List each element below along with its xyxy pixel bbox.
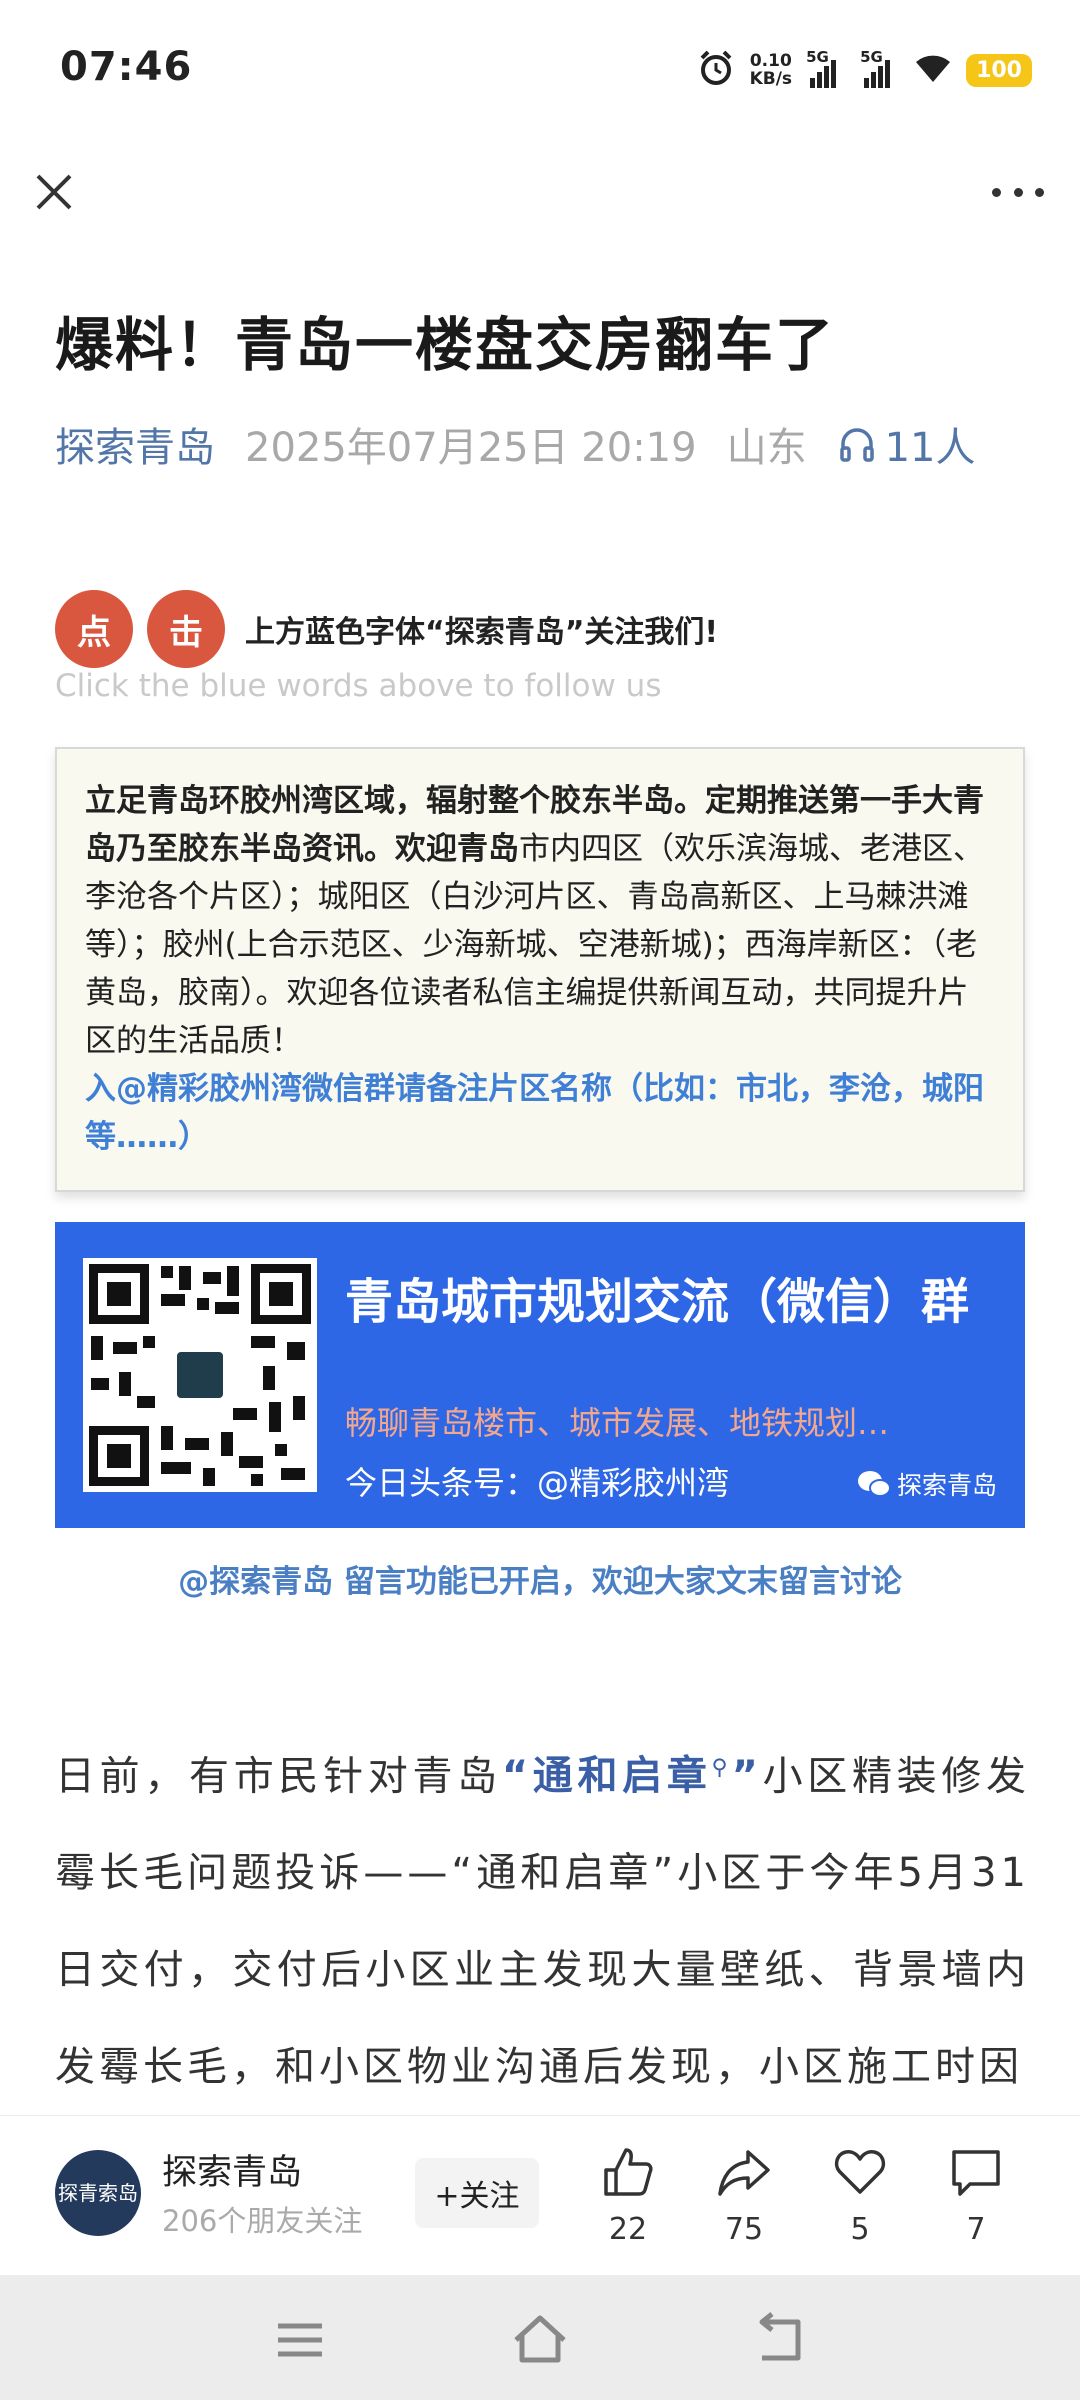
keyword-link[interactable]: “通和启章⚲” bbox=[502, 1753, 762, 1799]
banner-subtitle: 畅聊青岛楼市、城市发展、地铁规划… bbox=[345, 1404, 890, 1442]
intro-group-link[interactable]: 入@精彩胶州湾微信群请备注片区名称（比如：市北，李沧，城阳等……） bbox=[85, 1071, 984, 1155]
follow-button[interactable]: +关注 bbox=[415, 2158, 539, 2228]
follow-prompt-en: Click the blue words above to follow us bbox=[55, 668, 662, 704]
comment-count: 7 bbox=[966, 2212, 986, 2247]
comment-button[interactable]: 7 bbox=[936, 2144, 1016, 2247]
bottom-action-bar: 探青索岛 探索青岛 206个朋友关注 +关注 22 75 5 7 bbox=[0, 2115, 1080, 2275]
signal-icon: 5G bbox=[806, 48, 846, 88]
like-count: 22 bbox=[608, 2212, 648, 2247]
wechat-icon bbox=[857, 1471, 891, 1497]
listener-count: 11人 bbox=[884, 425, 976, 471]
top-nav bbox=[0, 150, 1080, 230]
status-bar: 07:46 0.10 KB/s 5G 5G 100 bbox=[0, 0, 1080, 130]
article-title: 爆料！青岛一楼盘交房翻车了 bbox=[55, 311, 836, 379]
headphones-icon bbox=[839, 428, 874, 462]
back-icon[interactable] bbox=[750, 2310, 810, 2370]
favorite-button[interactable]: 5 bbox=[820, 2144, 900, 2247]
banner-brand: 探索青岛 bbox=[857, 1466, 997, 1502]
author-link[interactable]: 探索青岛 bbox=[55, 415, 215, 473]
net-speed: 0.10 KB/s bbox=[750, 52, 792, 88]
status-time: 07:46 bbox=[60, 44, 193, 90]
net-speed-value: 0.10 bbox=[749, 51, 792, 71]
share-icon bbox=[718, 2150, 770, 2196]
article-body: 日前，有市民针对青岛“通和启章⚲”小区精装修发霉长毛问题投诉——“通和启章”小区… bbox=[55, 1720, 1030, 2116]
signal-label-2: 5G bbox=[860, 48, 883, 66]
listen-button[interactable]: 11人 bbox=[837, 415, 976, 473]
like-button[interactable]: 22 bbox=[588, 2144, 668, 2247]
wifi-icon bbox=[914, 52, 952, 88]
account-followers: 206个朋友关注 bbox=[162, 2204, 363, 2238]
banner-brand-text: 探索青岛 bbox=[896, 1471, 997, 1500]
signal-icon-2: 5G bbox=[860, 48, 900, 88]
body-text-1: 日前，有市民针对青岛 bbox=[55, 1753, 502, 1800]
click-circle-2: 击 bbox=[147, 590, 225, 668]
close-icon[interactable] bbox=[30, 168, 78, 216]
net-speed-unit: KB/s bbox=[749, 69, 793, 89]
comment-notice: @探索青岛 留言功能已开启，欢迎大家文末留言讨论 bbox=[178, 1564, 902, 1600]
signal-label: 5G bbox=[806, 48, 829, 66]
account-name[interactable]: 探索青岛 bbox=[162, 2144, 302, 2195]
battery-badge: 100 bbox=[966, 53, 1032, 87]
favorite-count: 5 bbox=[850, 2212, 870, 2247]
account-avatar[interactable]: 探青索岛 bbox=[55, 2150, 141, 2236]
status-icons: 0.10 KB/s 5G 5G 100 bbox=[696, 44, 1032, 96]
article-meta: 探索青岛 2025年07月25日 20:19 山东 11人 bbox=[55, 415, 976, 473]
location: 山东 bbox=[726, 425, 807, 471]
intro-box: 立足青岛环胶州湾区域，辐射整个胶东半岛。定期推送第一手大青岛乃至胶东半岛资讯。欢… bbox=[55, 747, 1025, 1192]
search-icon: ⚲ bbox=[711, 1756, 732, 1781]
qr-code bbox=[83, 1258, 317, 1492]
publish-datetime: 2025年07月25日 20:19 bbox=[245, 425, 697, 471]
share-count: 75 bbox=[724, 2212, 764, 2247]
click-circle-1: 点 bbox=[55, 590, 133, 668]
follow-prompt-text: 上方蓝色字体“探索青岛”关注我们! bbox=[245, 615, 719, 650]
banner-title: 青岛城市规划交流（微信）群 bbox=[345, 1274, 970, 1330]
alarm-icon bbox=[696, 48, 736, 92]
comment-icon bbox=[952, 2150, 1000, 2196]
body-text-2: 小区精装修发霉长毛问题投诉——“通和启章”小区于今年5月31日交付，交付后小区业… bbox=[55, 1753, 1031, 2091]
keyword-text: “通和启章 bbox=[501, 1753, 712, 1800]
share-button[interactable]: 75 bbox=[704, 2144, 784, 2247]
follow-prompt-row: 点 击 上方蓝色字体“探索青岛”关注我们! bbox=[55, 590, 718, 668]
home-icon[interactable] bbox=[510, 2310, 570, 2370]
thumbs-up-icon bbox=[604, 2148, 653, 2196]
wechat-group-banner[interactable]: 青岛城市规划交流（微信）群 畅聊青岛楼市、城市发展、地铁规划… 今日头条号：@精… bbox=[55, 1222, 1025, 1528]
menu-icon[interactable] bbox=[270, 2310, 330, 2370]
heart-icon bbox=[834, 2150, 886, 2194]
more-icon[interactable] bbox=[986, 168, 1050, 216]
banner-handle: 今日头条号：@精彩胶州湾 bbox=[345, 1464, 730, 1502]
keyword-end: ” bbox=[731, 1753, 762, 1800]
system-nav-bar bbox=[0, 2275, 1080, 2400]
